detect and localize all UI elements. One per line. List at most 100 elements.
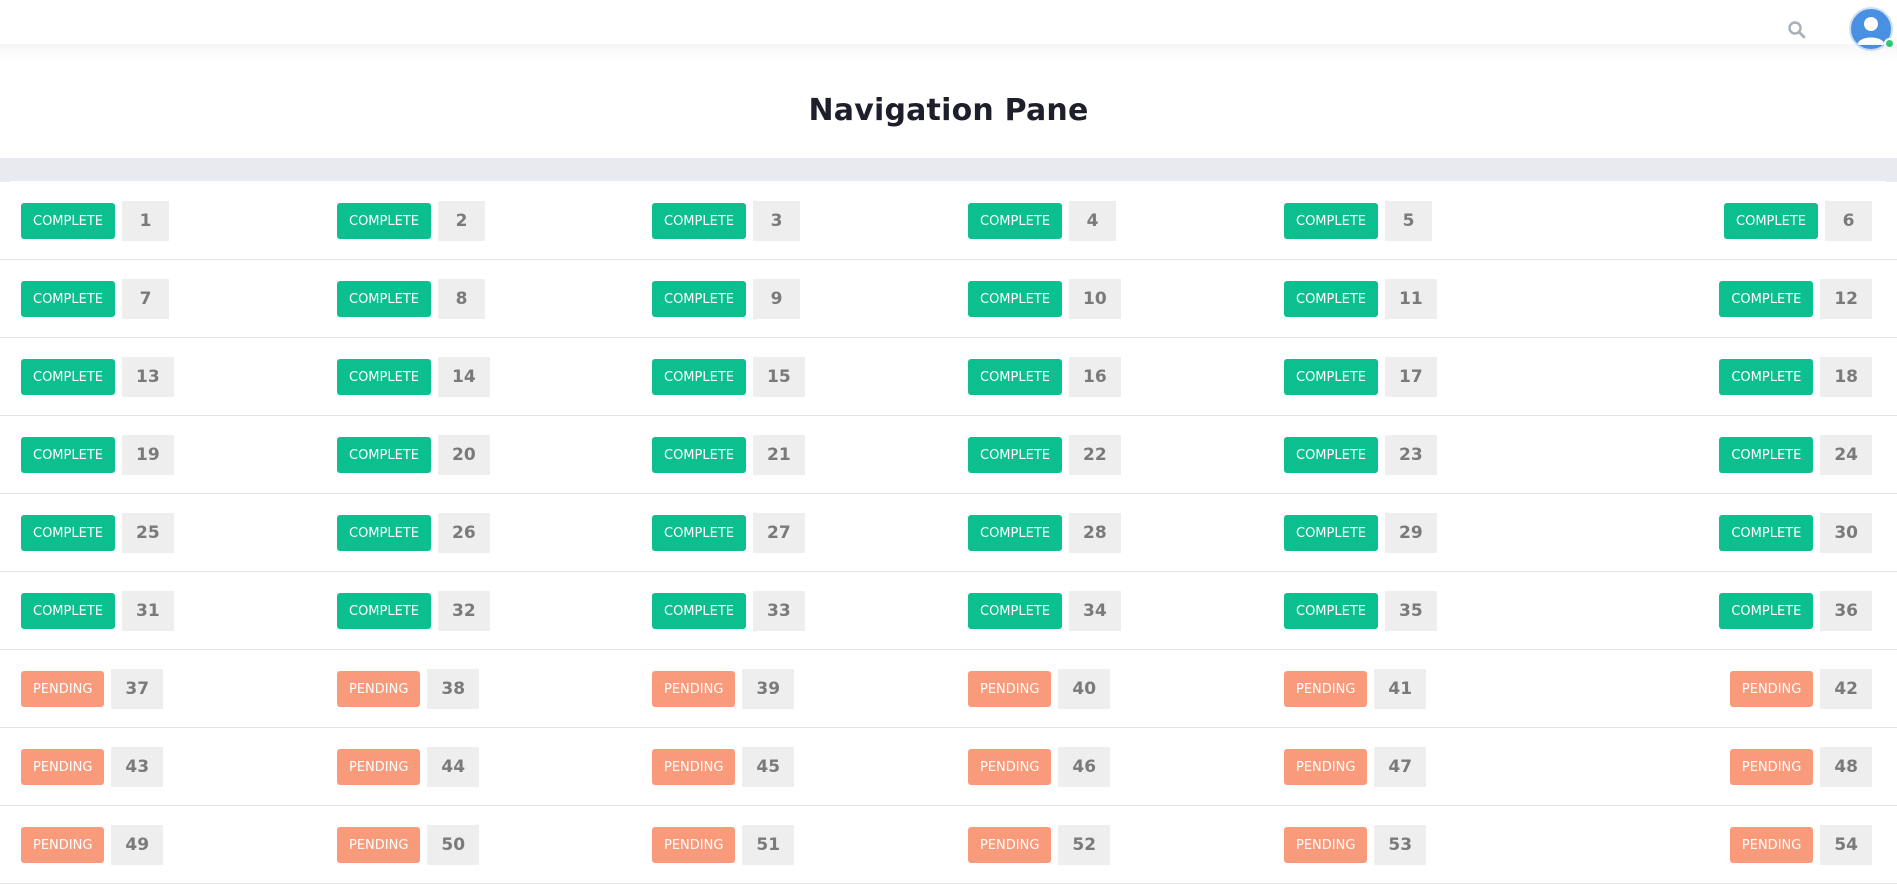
item-number[interactable]: 38 [427, 669, 480, 709]
nav-item[interactable]: PENDING 53 [1284, 825, 1427, 865]
nav-item[interactable]: COMPLETE 5 [1284, 201, 1432, 241]
item-number[interactable]: 16 [1068, 357, 1121, 397]
item-number[interactable]: 13 [121, 357, 174, 397]
status-badge[interactable]: PENDING [21, 827, 105, 863]
status-badge[interactable]: COMPLETE [1719, 515, 1814, 551]
status-badge[interactable]: PENDING [21, 671, 105, 707]
nav-item[interactable]: COMPLETE 25 [21, 513, 174, 553]
item-number[interactable]: 20 [437, 435, 490, 475]
status-badge[interactable]: COMPLETE [1724, 203, 1818, 239]
nav-item[interactable]: COMPLETE 19 [21, 435, 174, 475]
nav-item[interactable]: COMPLETE 28 [968, 513, 1121, 553]
status-badge[interactable]: COMPLETE [968, 515, 1062, 551]
nav-item[interactable]: COMPLETE 1 [21, 201, 169, 241]
nav-item[interactable]: PENDING 38 [337, 669, 480, 709]
nav-item[interactable]: COMPLETE 35 [1284, 591, 1437, 631]
item-number[interactable]: 26 [437, 513, 490, 553]
nav-item[interactable]: PENDING 43 [21, 747, 164, 787]
nav-item[interactable]: COMPLETE 17 [1284, 357, 1437, 397]
nav-item[interactable]: COMPLETE 26 [337, 513, 490, 553]
nav-item[interactable]: COMPLETE 18 [1719, 357, 1872, 397]
status-badge[interactable]: COMPLETE [968, 203, 1062, 239]
status-badge[interactable]: COMPLETE [337, 437, 431, 473]
item-number[interactable]: 48 [1820, 747, 1872, 787]
item-number[interactable]: 54 [1820, 825, 1872, 865]
nav-item[interactable]: COMPLETE 36 [1719, 591, 1872, 631]
item-number[interactable]: 3 [752, 201, 800, 241]
item-number[interactable]: 45 [742, 747, 795, 787]
item-number[interactable]: 6 [1825, 201, 1872, 241]
nav-item[interactable]: COMPLETE 14 [337, 357, 490, 397]
status-badge[interactable]: COMPLETE [21, 593, 115, 629]
item-number[interactable]: 18 [1820, 357, 1872, 397]
status-badge[interactable]: COMPLETE [652, 203, 746, 239]
item-number[interactable]: 5 [1384, 201, 1432, 241]
status-badge[interactable]: PENDING [1284, 827, 1368, 863]
item-number[interactable]: 34 [1068, 591, 1121, 631]
item-number[interactable]: 1 [121, 201, 169, 241]
item-number[interactable]: 40 [1058, 669, 1111, 709]
item-number[interactable]: 39 [742, 669, 795, 709]
nav-item[interactable]: PENDING 50 [337, 825, 480, 865]
nav-item[interactable]: COMPLETE 8 [337, 279, 485, 319]
nav-item[interactable]: PENDING 37 [21, 669, 164, 709]
status-badge[interactable]: PENDING [1729, 749, 1814, 785]
nav-item[interactable]: PENDING 39 [652, 669, 795, 709]
status-badge[interactable]: COMPLETE [652, 437, 746, 473]
item-number[interactable]: 25 [121, 513, 174, 553]
status-badge[interactable]: COMPLETE [1719, 593, 1814, 629]
nav-item[interactable]: COMPLETE 6 [1724, 201, 1872, 241]
status-badge[interactable]: COMPLETE [652, 515, 746, 551]
status-badge[interactable]: COMPLETE [1284, 203, 1378, 239]
item-number[interactable]: 14 [437, 357, 490, 397]
item-number[interactable]: 29 [1384, 513, 1437, 553]
item-number[interactable]: 32 [437, 591, 490, 631]
item-number[interactable]: 19 [121, 435, 174, 475]
nav-item[interactable]: COMPLETE 30 [1719, 513, 1872, 553]
nav-item[interactable]: COMPLETE 9 [652, 279, 800, 319]
status-badge[interactable]: COMPLETE [337, 515, 431, 551]
status-badge[interactable]: COMPLETE [652, 593, 746, 629]
nav-item[interactable]: COMPLETE 33 [652, 591, 805, 631]
nav-item[interactable]: PENDING 47 [1284, 747, 1427, 787]
status-badge[interactable]: COMPLETE [968, 593, 1062, 629]
status-badge[interactable]: COMPLETE [1719, 281, 1814, 317]
nav-item[interactable]: COMPLETE 32 [337, 591, 490, 631]
item-number[interactable]: 24 [1820, 435, 1872, 475]
nav-item[interactable]: COMPLETE 15 [652, 357, 805, 397]
status-badge[interactable]: PENDING [337, 749, 421, 785]
nav-item[interactable]: PENDING 54 [1729, 825, 1872, 865]
nav-item[interactable]: COMPLETE 20 [337, 435, 490, 475]
item-number[interactable]: 35 [1384, 591, 1437, 631]
status-badge[interactable]: COMPLETE [652, 281, 746, 317]
status-badge[interactable]: PENDING [337, 671, 421, 707]
status-badge[interactable]: COMPLETE [1284, 281, 1378, 317]
status-badge[interactable]: COMPLETE [337, 593, 431, 629]
status-badge[interactable]: COMPLETE [1284, 515, 1378, 551]
nav-item[interactable]: COMPLETE 34 [968, 591, 1121, 631]
status-badge[interactable]: COMPLETE [21, 359, 115, 395]
item-number[interactable]: 4 [1068, 201, 1116, 241]
item-number[interactable]: 17 [1384, 357, 1437, 397]
nav-item[interactable]: COMPLETE 16 [968, 357, 1121, 397]
item-number[interactable]: 49 [111, 825, 164, 865]
status-badge[interactable]: PENDING [21, 749, 105, 785]
nav-item[interactable]: PENDING 49 [21, 825, 164, 865]
nav-item[interactable]: PENDING 51 [652, 825, 795, 865]
nav-item[interactable]: COMPLETE 4 [968, 201, 1116, 241]
item-number[interactable]: 23 [1384, 435, 1437, 475]
nav-item[interactable]: COMPLETE 22 [968, 435, 1121, 475]
status-badge[interactable]: COMPLETE [21, 437, 115, 473]
item-number[interactable]: 8 [437, 279, 485, 319]
nav-item[interactable]: PENDING 52 [968, 825, 1111, 865]
item-number[interactable]: 52 [1058, 825, 1111, 865]
item-number[interactable]: 7 [121, 279, 169, 319]
status-badge[interactable]: COMPLETE [968, 437, 1062, 473]
item-number[interactable]: 51 [742, 825, 795, 865]
status-badge[interactable]: PENDING [968, 749, 1052, 785]
nav-item[interactable]: COMPLETE 10 [968, 279, 1121, 319]
item-number[interactable]: 28 [1068, 513, 1121, 553]
status-badge[interactable]: COMPLETE [1719, 359, 1814, 395]
status-badge[interactable]: COMPLETE [652, 359, 746, 395]
nav-item[interactable]: COMPLETE 24 [1719, 435, 1872, 475]
